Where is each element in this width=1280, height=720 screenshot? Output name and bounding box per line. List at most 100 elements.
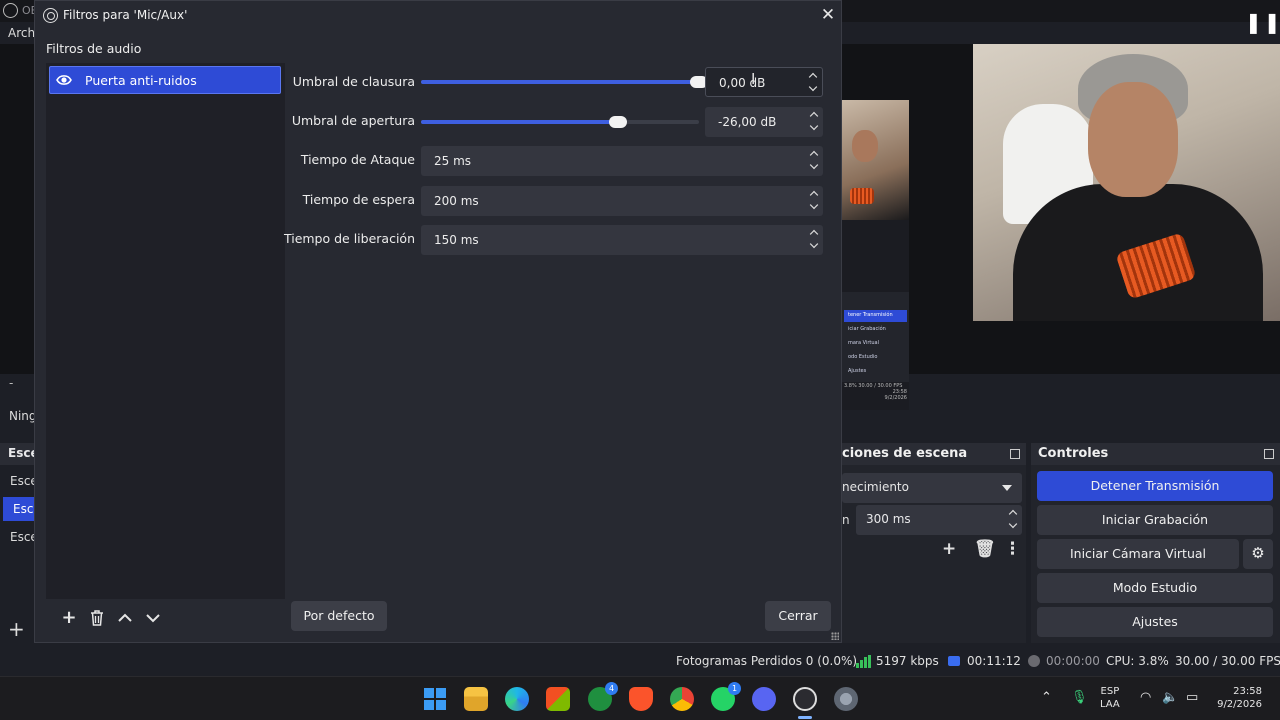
- close-threshold-slider[interactable]: [421, 76, 708, 88]
- attack-time-input[interactable]: 25 ms: [421, 146, 823, 176]
- attack-time-value: 25 ms: [434, 154, 472, 168]
- bitrate: 5197 kbps: [876, 654, 939, 668]
- pause-icon: ❚❚: [1245, 10, 1280, 34]
- release-time-input[interactable]: 150 ms: [421, 225, 823, 255]
- dialog-titlebar: Filtros para 'Mic/Aux' ✕: [35, 1, 841, 31]
- hold-time-label: Tiempo de espera: [302, 192, 415, 207]
- xbox-icon[interactable]: 4: [588, 682, 618, 711]
- source-none-label: Ning: [9, 409, 37, 423]
- slider-handle[interactable]: [609, 116, 628, 128]
- hold-time-value: 200 ms: [434, 194, 479, 208]
- add-scene-icon[interactable]: +: [8, 617, 25, 641]
- close-threshold-value: 0,00 dB: [719, 76, 766, 90]
- active-app-indicator: [798, 716, 812, 719]
- scene-item-selected[interactable]: Esce: [3, 497, 38, 521]
- controls-header: Controles: [1031, 443, 1280, 465]
- transition-duration-input[interactable]: 300 ms: [856, 505, 1022, 535]
- more-options-icon[interactable]: ⋮: [1004, 539, 1021, 559]
- settings-app-icon[interactable]: [834, 687, 858, 711]
- language-indicator[interactable]: ESP LAA: [1100, 685, 1120, 711]
- scenes-header: Esce: [0, 443, 38, 465]
- start-recording-button[interactable]: Iniciar Grabación: [1037, 505, 1273, 535]
- open-threshold-slider[interactable]: [421, 116, 699, 128]
- spin-down-icon[interactable]: [1008, 519, 1018, 529]
- attack-time-label: Tiempo de Ataque: [300, 152, 415, 167]
- scene-item[interactable]: Esce: [0, 525, 38, 549]
- chevron-down-icon: [1002, 485, 1012, 491]
- stop-stream-button[interactable]: Detener Transmisión: [1037, 471, 1273, 501]
- signal-icon: [856, 655, 872, 668]
- dropped-frames: Fotogramas Perdidos 0 (0.0%): [676, 654, 858, 668]
- spin-up-icon[interactable]: [809, 111, 819, 121]
- microphone-icon[interactable]: 🎙: [1071, 690, 1088, 705]
- wifi-icon[interactable]: ◠: [1140, 690, 1151, 705]
- battery-icon[interactable]: ▭: [1186, 690, 1198, 705]
- file-explorer-icon[interactable]: [464, 687, 488, 711]
- transitions-header: ciones de escena: [842, 443, 1026, 465]
- spin-up-icon[interactable]: [1008, 509, 1018, 519]
- webcam-feed: [973, 44, 1280, 321]
- spin-up-icon[interactable]: [809, 150, 819, 160]
- trash-icon[interactable]: [84, 605, 110, 631]
- controls-header-text: Controles: [1038, 446, 1109, 461]
- undock-icon[interactable]: [1010, 449, 1020, 459]
- duration-label: n: [842, 513, 850, 527]
- fps: 30.00 / 30.00 FPS: [1175, 654, 1280, 668]
- xbox-badge: 4: [605, 682, 618, 695]
- spin-down-icon[interactable]: [808, 82, 818, 92]
- start-virtual-cam-button[interactable]: Iniciar Cámara Virtual: [1037, 539, 1239, 569]
- obs-logo-icon: [3, 3, 18, 18]
- open-threshold-value: -26,00 dB: [718, 115, 777, 129]
- studio-mode-button[interactable]: Modo Estudio: [1037, 573, 1273, 603]
- release-time-value: 150 ms: [434, 233, 479, 247]
- close-button[interactable]: Cerrar: [765, 601, 831, 631]
- close-threshold-input[interactable]: 0,00 dB: [705, 67, 823, 97]
- eye-icon[interactable]: [56, 73, 72, 87]
- trash-icon[interactable]: 🗑: [974, 539, 996, 559]
- spin-up-icon[interactable]: [809, 229, 819, 239]
- add-filter-icon[interactable]: +: [56, 605, 82, 631]
- gear-icon[interactable]: ⚙: [1243, 539, 1273, 569]
- clock[interactable]: 23:58 9/2/2026: [1212, 685, 1262, 711]
- nested-preview: tener Transmisión iciar Grabación mara V…: [842, 100, 909, 410]
- cpu-usage: CPU: 3.8%: [1106, 654, 1169, 668]
- spin-down-icon[interactable]: [809, 160, 819, 170]
- mini-row: tener Transmisión: [844, 310, 907, 322]
- windows-start-icon[interactable]: [423, 687, 447, 711]
- discord-icon[interactable]: [752, 687, 776, 711]
- settings-button[interactable]: Ajustes: [1037, 607, 1273, 637]
- language-primary: ESP: [1100, 686, 1120, 697]
- spin-down-icon[interactable]: [809, 121, 819, 131]
- brave-icon[interactable]: [629, 687, 653, 711]
- add-transition-icon[interactable]: +: [942, 539, 956, 559]
- close-icon[interactable]: ✕: [819, 5, 837, 25]
- speaker-icon[interactable]: 🔈: [1162, 690, 1178, 705]
- defaults-button[interactable]: Por defecto: [291, 601, 387, 631]
- obs-icon[interactable]: [793, 687, 817, 711]
- transitions-header-text: ciones de escena: [842, 446, 968, 461]
- filter-list: Puerta anti-ruidos: [46, 63, 285, 599]
- resize-grip-icon[interactable]: [831, 632, 839, 640]
- record-icon: [1028, 655, 1040, 667]
- edge-icon[interactable]: [505, 687, 529, 711]
- mini-row: Ajustes: [848, 368, 867, 374]
- spin-up-icon[interactable]: [809, 190, 819, 200]
- audio-filters-label: Filtros de audio: [46, 41, 142, 56]
- store-icon[interactable]: [546, 687, 570, 711]
- spin-up-icon[interactable]: [808, 72, 818, 82]
- spin-down-icon[interactable]: [809, 200, 819, 210]
- open-threshold-input[interactable]: -26,00 dB: [705, 107, 823, 137]
- chevron-up-icon[interactable]: ⌃: [1041, 690, 1052, 705]
- open-threshold-label: Umbral de apertura: [291, 113, 415, 128]
- live-icon: [948, 656, 960, 666]
- undock-icon[interactable]: [1264, 449, 1274, 459]
- move-down-icon[interactable]: [140, 605, 166, 631]
- scene-item[interactable]: Esce: [0, 469, 38, 493]
- chrome-icon[interactable]: [670, 687, 694, 711]
- spin-down-icon[interactable]: [809, 239, 819, 249]
- transition-selected: necimiento: [842, 480, 909, 494]
- hold-time-input[interactable]: 200 ms: [421, 186, 823, 216]
- move-up-icon[interactable]: [112, 605, 138, 631]
- transition-select[interactable]: necimiento: [842, 473, 1022, 503]
- whatsapp-icon[interactable]: 1: [711, 682, 741, 711]
